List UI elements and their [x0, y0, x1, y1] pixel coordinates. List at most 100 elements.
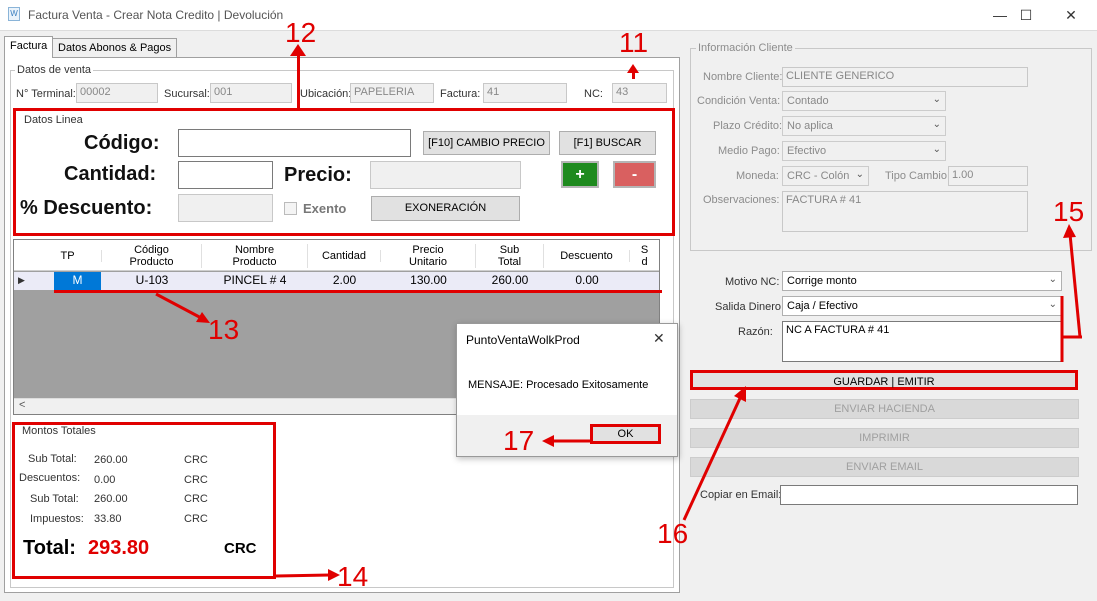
descuentos-value: 0.00 — [94, 474, 116, 486]
grid-header-descuento: Descuento — [544, 250, 630, 262]
maximize-button[interactable]: ☐ — [1011, 4, 1041, 26]
observaciones-field: FACTURA # 41 — [782, 191, 1028, 232]
close-button[interactable]: ✕ — [1056, 4, 1086, 26]
grid-header-s: Sd — [640, 244, 649, 268]
salida-select[interactable]: Caja / Efectivo ⌄ — [782, 296, 1062, 316]
datos-venta-title: Datos de venta — [15, 64, 93, 76]
cell-codigo[interactable]: U-103 — [102, 272, 202, 289]
add-line-button[interactable]: + — [561, 161, 599, 188]
impuestos-value: 33.80 — [94, 513, 122, 525]
grid-header-nombre: Nombre Producto — [202, 244, 308, 268]
total-currency: CRC — [224, 540, 257, 557]
moneda-select: CRC - Colón ⌄ — [782, 166, 869, 186]
impuestos-label: Impuestos: — [30, 513, 84, 525]
nc-label: NC: — [584, 88, 603, 100]
cell-cantidad[interactable]: 2.00 — [308, 272, 381, 289]
precio-label: Precio: — [284, 164, 352, 186]
annotation-11-arrow — [632, 72, 635, 79]
tipo-cambio-field: 1.00 — [948, 166, 1028, 186]
annotation-17: 17 — [503, 425, 535, 456]
nc-field: 43 — [612, 83, 667, 103]
window-title: Factura Venta - Crear Nota Credito | Dev… — [28, 8, 284, 22]
nombre-label: Nombre Cliente: — [703, 71, 783, 83]
tab-factura[interactable]: Factura — [4, 36, 54, 58]
condicion-select: Contado ⌄ — [782, 91, 946, 111]
grid-header-subtotal: Sub Total — [476, 244, 544, 268]
motivo-label: Motivo NC: — [725, 276, 780, 288]
cell-descuento[interactable]: 0.00 — [544, 272, 630, 289]
subtotal-label: Sub Total: — [28, 453, 77, 465]
ubicacion-label: Ubicación: — [300, 88, 352, 100]
tipo-cambio-label: Tipo Cambio: — [885, 170, 951, 182]
buscar-button[interactable]: [F1] BUSCAR — [559, 131, 656, 155]
dialog-ok-button[interactable]: OK — [590, 424, 661, 444]
grid-header-codigo: Código Producto — [102, 244, 202, 268]
descuentos-currency: CRC — [184, 474, 208, 486]
dialog-close-icon[interactable]: ✕ — [653, 330, 665, 347]
ubicacion-field: PAPELERIA — [350, 83, 434, 103]
cantidad-input[interactable] — [178, 161, 273, 189]
subtotal2-label: Sub Total: — [30, 493, 79, 505]
subtotal2-currency: CRC — [184, 493, 208, 505]
cell-nombre[interactable]: PINCEL # 4 — [202, 272, 308, 289]
observaciones-label: Observaciones: — [703, 194, 780, 206]
precio-input — [370, 161, 521, 189]
subtotal2-value: 260.00 — [94, 493, 128, 505]
cell-tp[interactable]: M — [54, 272, 101, 290]
annotation-11-arrowhead — [627, 64, 639, 73]
exento-checkbox[interactable] — [284, 202, 297, 215]
exento-label: Exento — [303, 201, 347, 216]
cambio-precio-button[interactable]: [F10] CAMBIO PRECIO — [423, 131, 550, 155]
plazo-select: No aplica ⌄ — [782, 116, 946, 136]
datos-linea-title: Datos Linea — [22, 114, 85, 126]
codigo-label: Código: — [84, 132, 160, 154]
annotation-13-arrow — [155, 292, 210, 323]
cantidad-label: Cantidad: — [64, 163, 157, 185]
sucursal-label: Sucursal: — [164, 88, 210, 100]
cell-precio[interactable]: 130.00 — [381, 272, 476, 289]
descuentos-label: Descuentos: — [19, 472, 81, 484]
razon-input[interactable]: NC A FACTURA # 41 — [782, 321, 1062, 362]
salida-label: Salida Dinero: — [715, 301, 785, 313]
condicion-label: Condición Venta: — [697, 95, 781, 107]
razon-label: Razón: — [738, 326, 773, 338]
subtotal-currency: CRC — [184, 454, 208, 466]
sucursal-field: 001 — [210, 83, 292, 103]
remove-line-button[interactable]: - — [613, 161, 656, 188]
total-label: Total: — [23, 537, 76, 559]
cliente-title: Información Cliente — [696, 42, 795, 54]
app-icon: W — [8, 7, 20, 21]
factura-field: 41 — [483, 83, 567, 103]
grid-header-tp: TP — [34, 250, 102, 262]
nombre-field: CLIENTE GENERICO — [782, 67, 1028, 87]
motivo-select[interactable]: Corrige monto ⌄ — [782, 271, 1062, 291]
annotation-underline-13 — [54, 290, 662, 293]
copiar-email-input[interactable] — [780, 485, 1078, 505]
cell-subtotal[interactable]: 260.00 — [476, 272, 544, 289]
grid-header-precio: Precio Unitario — [381, 244, 476, 268]
title-bar: W Factura Venta - Crear Nota Credito | D… — [0, 0, 1097, 30]
annotation-16-arrow — [682, 386, 746, 521]
terminal-label: N° Terminal: — [16, 88, 76, 100]
plazo-label: Plazo Crédito: — [713, 120, 783, 132]
annotation-14-arrow — [275, 569, 340, 581]
impuestos-currency: CRC — [184, 513, 208, 525]
total-value: 293.80 — [88, 537, 150, 559]
montos-title: Montos Totales — [20, 425, 98, 437]
codigo-input[interactable] — [178, 129, 411, 157]
descuento-label: % Descuento: — [20, 197, 153, 219]
terminal-field: 00002 — [76, 83, 158, 103]
scroll-left-icon[interactable]: < — [19, 399, 25, 411]
medio-select: Efectivo ⌄ — [782, 141, 946, 161]
annotation-12-arrowhead — [290, 44, 306, 56]
medio-label: Medio Pago: — [718, 145, 780, 157]
annotation-17-arrow — [542, 435, 590, 447]
tab-datos-abonos[interactable]: Datos Abonos & Pagos — [52, 38, 178, 57]
annotation-15-arrow — [1060, 224, 1082, 362]
exoneracion-button[interactable]: EXONERACIÓN — [371, 196, 520, 221]
factura-label: Factura: — [440, 88, 481, 100]
annotation-12-arrow — [297, 50, 300, 108]
subtotal-value: 260.00 — [94, 454, 128, 466]
annotation-11: 11 — [619, 27, 649, 58]
dialog-title: PuntoVentaWolkProd — [466, 333, 580, 347]
